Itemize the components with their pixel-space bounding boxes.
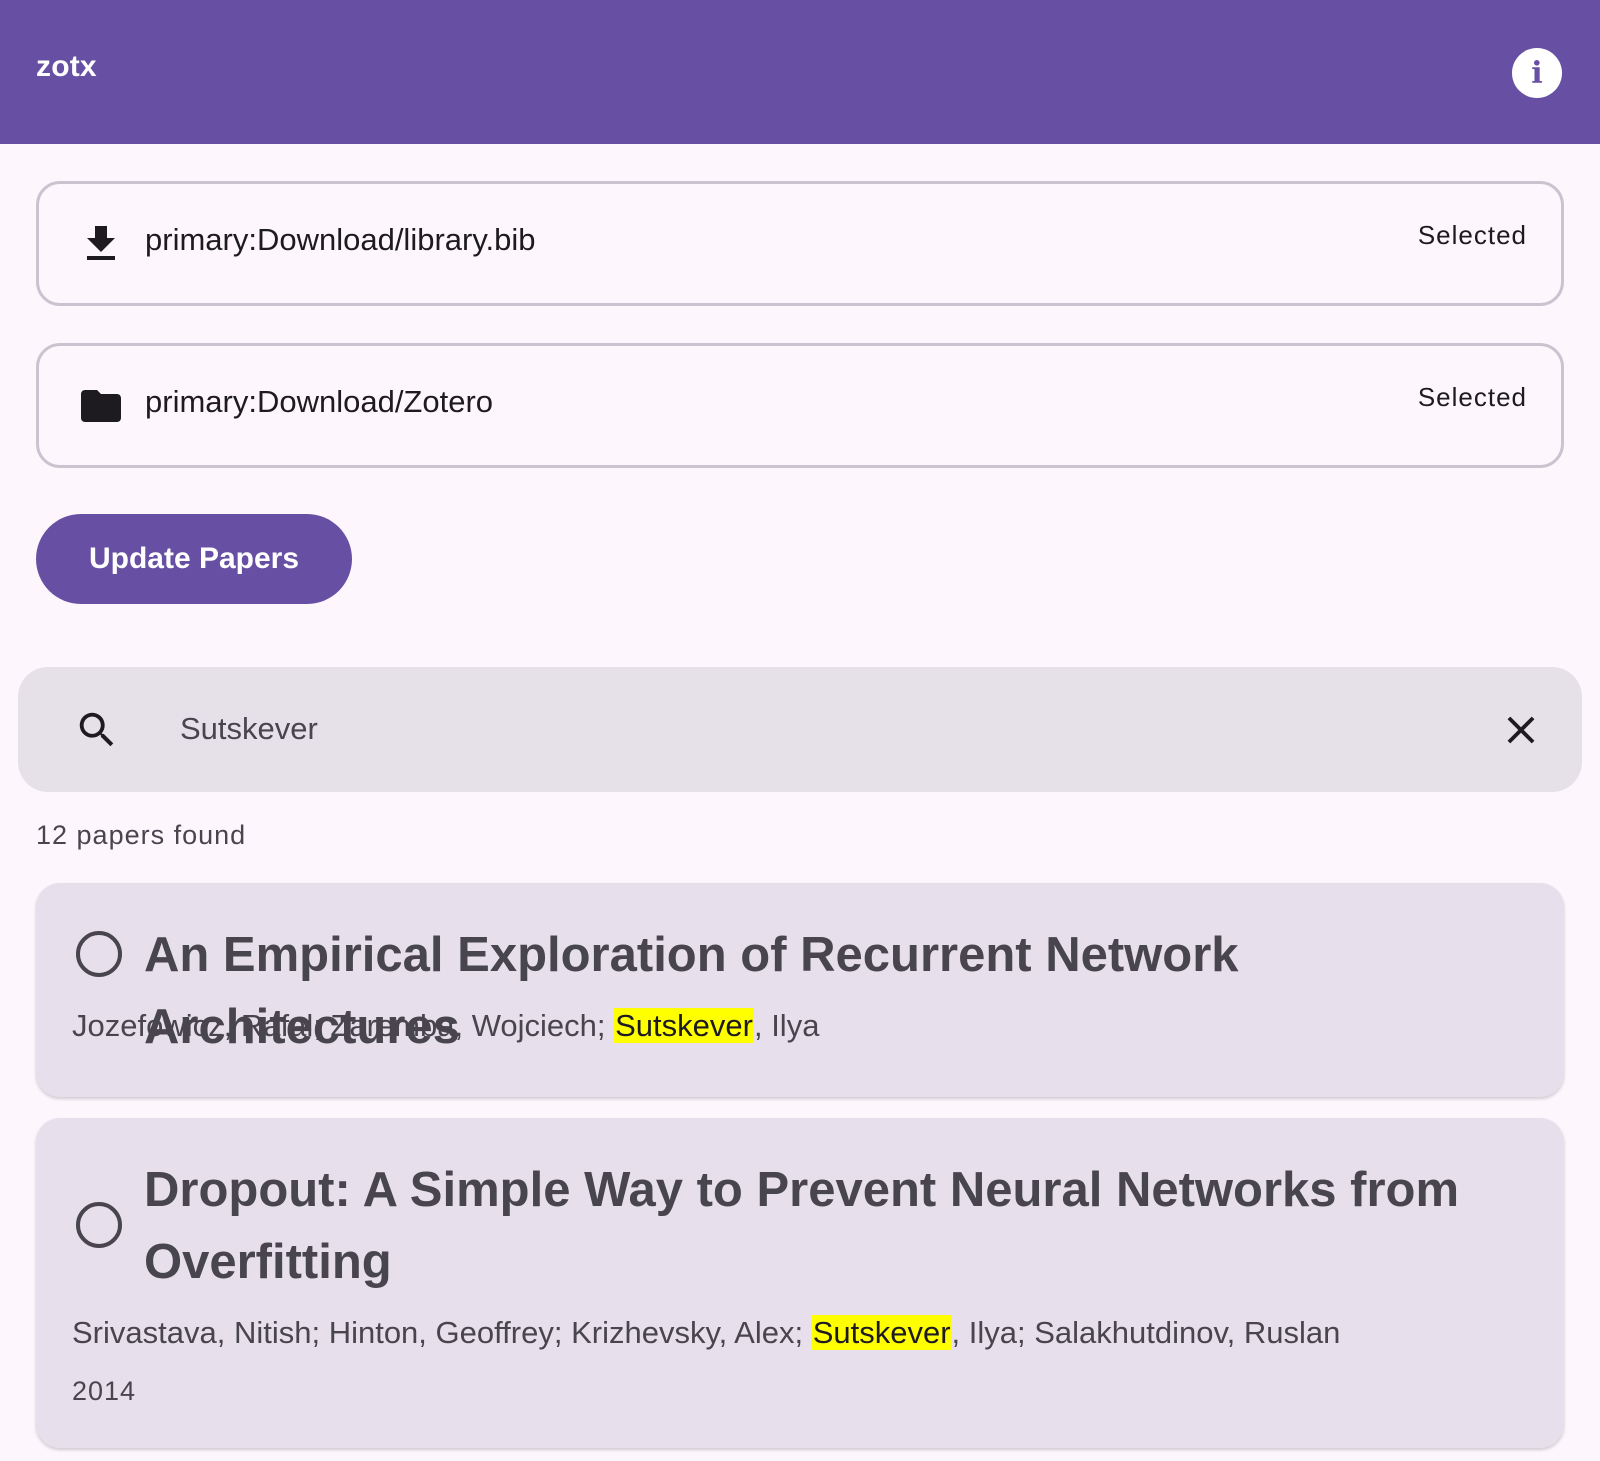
authors-text: , Ilya [753,1008,820,1043]
paper-card[interactable]: An Empirical Exploration of Recurrent Ne… [36,883,1564,1097]
search-icon [79,712,114,747]
authors-text: , Ilya; Salakhutdinov, Ruslan [951,1315,1341,1350]
search-input[interactable] [180,703,1480,755]
paper-authors: Srivastava, Nitish; Hinton, Geoffrey; Kr… [72,1306,1532,1360]
update-papers-button[interactable]: Update Papers [36,514,352,604]
zotero-folder-selector[interactable]: primary:Download/Zotero Selected [36,343,1564,468]
search-bar [18,667,1582,792]
author-highlight: Sutskever [614,1008,754,1043]
folder-icon [81,390,121,422]
bib-file-status: Selected [1417,220,1527,250]
paper-card[interactable]: Dropout: A Simple Way to Prevent Neural … [36,1118,1564,1448]
paper-authors: Jozefowicz, Rafal; Zaremba, Wojciech; Su… [72,999,1532,1053]
paper-select-radio[interactable] [76,931,122,977]
paper-select-radio[interactable] [76,1202,122,1248]
close-icon[interactable] [1498,707,1544,753]
paper-year: 2014 [72,1376,137,1406]
bib-file-selector[interactable]: primary:Download/library.bib Selected [36,181,1564,306]
bib-file-path: primary:Download/library.bib [145,222,536,257]
results-count: 12 papers found [36,820,247,850]
zotero-folder-status: Selected [1417,382,1527,412]
authors-text: Jozefowicz, Rafal; Zaremba, Wojciech; [72,1008,615,1043]
paper-title: Dropout: A Simple Way to Prevent Neural … [144,1163,1460,1289]
author-highlight: Sutskever [811,1315,952,1350]
info-icon[interactable]: i [1512,48,1562,98]
zotero-folder-path: primary:Download/Zotero [145,384,494,419]
download-icon [87,226,115,260]
app-bar: zotx i [0,0,1600,144]
authors-text: Srivastava, Nitish; Hinton, Geoffrey; Kr… [72,1315,812,1350]
app-title: zotx [36,50,97,83]
